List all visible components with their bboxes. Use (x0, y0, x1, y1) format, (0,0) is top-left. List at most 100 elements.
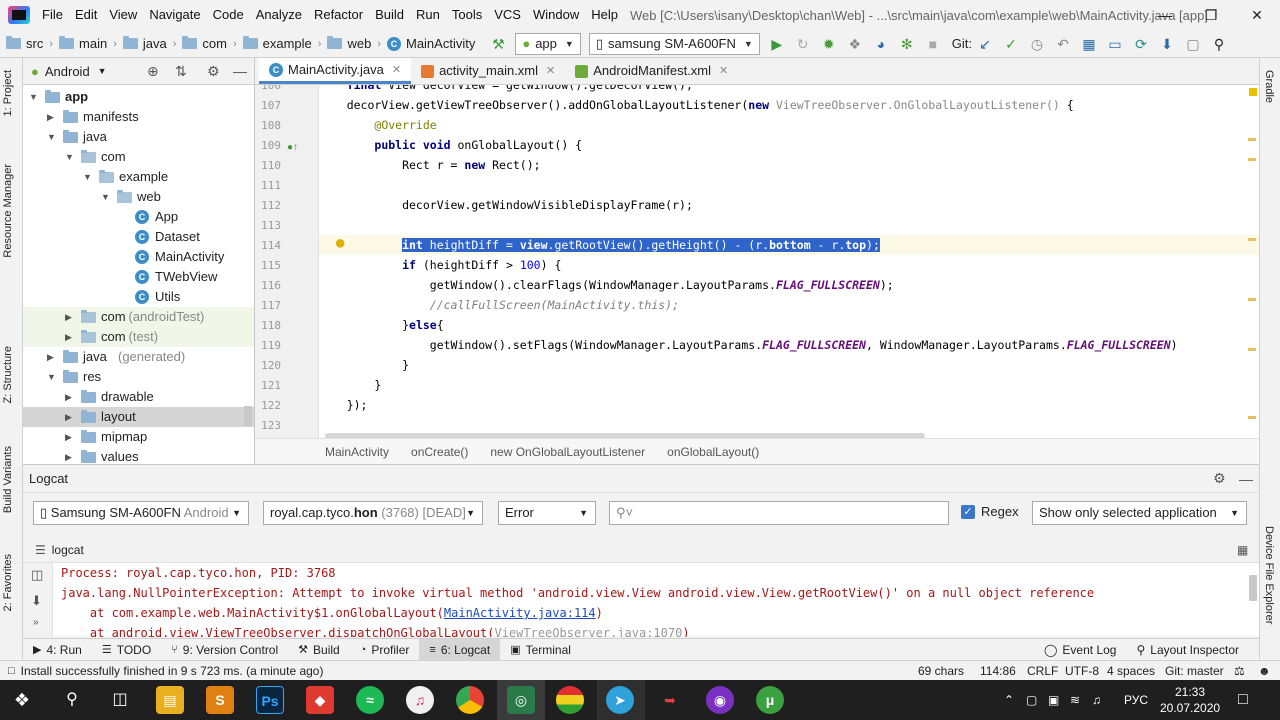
tree-item[interactable]: ▼ app (23, 87, 254, 107)
regex-checkbox[interactable]: ✓ (961, 505, 975, 519)
tree-scrollbar[interactable] (244, 406, 252, 426)
chevron-down-icon[interactable]: ▼ (29, 87, 38, 107)
chevron-right-icon[interactable]: ▶ (47, 107, 54, 127)
volume-icon[interactable]: ♫ (1092, 680, 1101, 720)
indent-setting[interactable]: 4 spaces (1107, 664, 1155, 678)
anydesk-icon[interactable]: ◆ (306, 686, 334, 714)
chevron-down-icon[interactable]: ▼ (101, 187, 110, 207)
warning-marker-icon[interactable] (1249, 88, 1257, 96)
line-number[interactable]: 117 (255, 299, 281, 312)
minimize-button[interactable]: — (1142, 0, 1188, 30)
error-stripe-marker[interactable] (1248, 138, 1256, 141)
breadcrumb-item[interactable]: MainActivity (325, 445, 389, 459)
gradle-tab[interactable]: Gradle (1263, 70, 1275, 103)
tree-item[interactable]: C Utils (23, 287, 254, 307)
tree-item[interactable]: ▶ mipmap (23, 427, 254, 447)
breadcrumb-item[interactable]: onGlobalLayout() (667, 445, 759, 459)
source-link[interactable]: ViewTreeObserver.java:1070 (494, 626, 682, 637)
git-commit-icon[interactable]: ✓ (1000, 33, 1022, 55)
caret-position[interactable]: 114:86 (980, 664, 1016, 678)
tree-item[interactable]: ▶ drawable (23, 387, 254, 407)
resource-manager-tab[interactable]: Resource Manager (2, 164, 14, 258)
menu-code[interactable]: Code (207, 0, 250, 30)
tree-item[interactable]: ▶ java (generated) (23, 347, 254, 367)
line-separator[interactable]: CRLF (1027, 664, 1058, 678)
line-number[interactable]: 109 (255, 139, 281, 152)
git-branch[interactable]: Git: master (1165, 664, 1224, 678)
chevron-down-icon[interactable]: ▼ (65, 147, 74, 167)
menu-analyze[interactable]: Analyze (250, 0, 308, 30)
tree-item[interactable]: ▶ com (test) (23, 327, 254, 347)
lock-icon[interactable]: ⚖ (1234, 664, 1245, 678)
search-icon[interactable]: ⚲ (1208, 33, 1230, 55)
tree-item[interactable]: C MainActivity (23, 247, 254, 267)
menu-file[interactable]: File (36, 0, 69, 30)
locate-icon[interactable]: ⊕ (147, 63, 159, 80)
spotify-icon[interactable]: ≈ (356, 686, 384, 714)
line-number[interactable]: 119 (255, 339, 281, 352)
line-number[interactable]: 121 (255, 379, 281, 392)
menu-vcs[interactable]: VCS (488, 0, 527, 30)
stop-icon[interactable]: ■ (922, 33, 944, 55)
chevron-right-icon[interactable]: ▶ (65, 327, 72, 347)
error-stripe-marker[interactable] (1248, 348, 1256, 351)
menu-edit[interactable]: Edit (69, 0, 103, 30)
project-structure-icon[interactable]: ▦ (1078, 33, 1100, 55)
chevron-down-icon[interactable]: ▼ (83, 167, 92, 187)
error-stripe-marker[interactable] (1248, 158, 1256, 161)
build-variants-tab[interactable]: Build Variants (2, 446, 14, 513)
crumb-example[interactable]: example (241, 36, 314, 51)
structure-tab[interactable]: Z: Structure (2, 346, 14, 403)
attach-debugger-icon[interactable]: ✻ (896, 33, 918, 55)
telegram-icon[interactable]: ➤ (606, 686, 634, 714)
assistant-icon[interactable]: ▢ (1182, 33, 1204, 55)
close-icon[interactable]: ✕ (546, 58, 555, 84)
menu-run[interactable]: Run (410, 0, 446, 30)
tor-icon[interactable]: ◉ (706, 686, 734, 714)
tray-app-icon[interactable]: ▢ (1026, 680, 1037, 720)
chevron-down-icon[interactable]: ▼ (98, 66, 107, 76)
line-number[interactable]: 123 (255, 419, 281, 432)
app-filter-select[interactable]: Show only selected application ▼ (1032, 501, 1247, 525)
git-history-icon[interactable]: ◷ (1026, 33, 1048, 55)
file-explorer-icon[interactable]: ▤ (156, 686, 184, 714)
crumb-main[interactable]: main (57, 36, 109, 51)
line-number[interactable]: 122 (255, 399, 281, 412)
line-number[interactable]: 108 (255, 119, 281, 132)
more-icon[interactable]: » (33, 617, 39, 628)
run-config-select[interactable]: ● app ▼ (515, 32, 581, 55)
hide-panel-icon[interactable]: — (1239, 471, 1253, 487)
gear-icon[interactable]: ⚙ (207, 63, 220, 80)
profile-icon[interactable]: ◕ (870, 33, 892, 55)
line-number[interactable]: 106 (255, 85, 281, 92)
tool-tab-build[interactable]: ⚒ Build (288, 639, 350, 661)
menu-help[interactable]: Help (585, 0, 624, 30)
tree-item[interactable]: ▶ manifests (23, 107, 254, 127)
tool-tab--logcat[interactable]: ≡ 6: Logcat (419, 638, 501, 661)
crumb-web[interactable]: web (325, 36, 373, 51)
tree-item[interactable]: ▶ com (androidTest) (23, 307, 254, 327)
crumb-com[interactable]: com (180, 36, 229, 51)
chevron-right-icon[interactable]: ▶ (65, 407, 72, 427)
sublime-icon[interactable]: S (206, 686, 234, 714)
breadcrumb-item[interactable]: new OnGlobalLayoutListener (490, 445, 645, 459)
status-icon[interactable]: □ (8, 665, 15, 677)
chevron-down-icon[interactable]: ▼ (47, 367, 56, 387)
layout-icon[interactable]: ▦ (1237, 543, 1248, 557)
run-icon[interactable]: ▶ (766, 33, 788, 55)
task-view-icon[interactable]: ◫ (106, 686, 134, 714)
device-select[interactable]: ▯ samsung SM-A600FN ▼ (588, 32, 760, 55)
editor-tab[interactable]: activity_main.xml ✕ (411, 58, 565, 84)
git-rollback-icon[interactable]: ↶ (1052, 33, 1074, 55)
scroll-to-end-icon[interactable]: ⬇ (31, 593, 42, 609)
tree-item[interactable]: ▼ res (23, 367, 254, 387)
crumb-mainactivity[interactable]: C MainActivity (385, 36, 477, 51)
project-tool-tab[interactable]: 1: Project (2, 70, 14, 116)
chrome-icon[interactable] (456, 686, 484, 714)
device-filter-select[interactable]: ▯ Samsung SM-A600FN Android ▼ (33, 501, 249, 525)
tree-item[interactable]: ▼ com (23, 147, 254, 167)
tree-item[interactable]: C App (23, 207, 254, 227)
tool-tab--run[interactable]: ▶ 4: Run (23, 639, 92, 661)
tool-tab-profiler[interactable]: ◔ Profiler (350, 639, 420, 661)
chevron-right-icon[interactable]: ▶ (65, 387, 72, 407)
